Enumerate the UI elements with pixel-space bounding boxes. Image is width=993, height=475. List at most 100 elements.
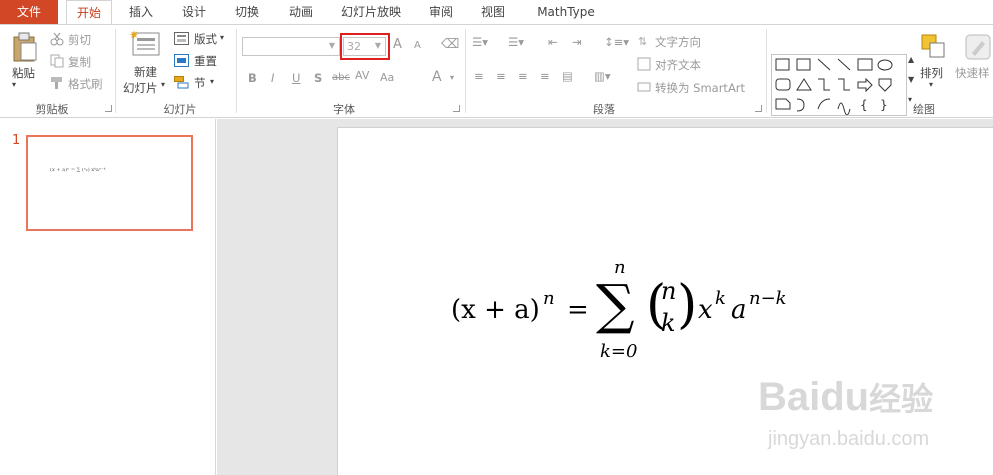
- binomial-right-paren: ): [677, 275, 698, 335]
- increase-indent-icon[interactable]: ⇥: [572, 35, 582, 49]
- group-divider: [465, 29, 466, 113]
- equation-x: x: [698, 295, 713, 325]
- slide-editor-area: (x + a) n = n ∑ k=0 ( n k ) x k a n−k Ba…: [217, 119, 993, 475]
- paragraph-launcher-icon[interactable]: [755, 105, 762, 112]
- align-right-icon[interactable]: ≡: [518, 69, 528, 83]
- equation-lhs: (x + a): [451, 295, 540, 325]
- slide-thumbnail-pane: 1 (x + a)ⁿ = ∑ (ⁿₖ) xᵏaⁿ⁻ᵏ: [0, 119, 216, 475]
- grow-font-button[interactable]: A: [393, 37, 402, 52]
- line-spacing-icon[interactable]: ↕≡▾: [604, 35, 629, 49]
- slides-group-label: 幻灯片: [163, 103, 197, 116]
- cut-button[interactable]: 剪切: [68, 32, 91, 48]
- watermark-brand: Baidu经验: [758, 374, 933, 420]
- clipboard-launcher-icon[interactable]: [105, 105, 112, 112]
- italic-button[interactable]: I: [271, 71, 274, 85]
- arrange-dropdown-icon[interactable]: ▾: [929, 80, 933, 89]
- font-launcher-icon[interactable]: [453, 105, 460, 112]
- tab-transitions[interactable]: 切换: [224, 0, 270, 24]
- align-text-button[interactable]: 对齐文本: [655, 57, 701, 73]
- font-group-label: 字体: [333, 103, 355, 116]
- smartart-icon[interactable]: [637, 80, 651, 94]
- watermark-brand-cn: 经验: [869, 381, 934, 417]
- paste-icon[interactable]: [12, 31, 38, 63]
- paste-label[interactable]: 粘贴: [12, 65, 35, 81]
- font-name-input[interactable]: ▼: [242, 37, 340, 56]
- strikethrough-button[interactable]: abc: [332, 72, 350, 83]
- new-slide-label-line1[interactable]: 新建: [134, 64, 157, 80]
- quick-styles-icon[interactable]: [964, 33, 992, 61]
- tab-insert[interactable]: 插入: [118, 0, 164, 24]
- ribbon-tab-bar: 文件 开始 插入 设计 切换 动画 幻灯片放映 审阅 视图 MathType: [0, 0, 993, 25]
- group-divider: [115, 29, 116, 113]
- tab-slideshow[interactable]: 幻灯片放映: [332, 0, 410, 24]
- copy-icon[interactable]: [50, 54, 64, 68]
- bold-button[interactable]: B: [248, 71, 257, 85]
- text-direction-icon[interactable]: ⇅: [637, 34, 651, 48]
- tab-view[interactable]: 视图: [470, 0, 516, 24]
- bullets-icon[interactable]: ☰▾: [472, 35, 488, 49]
- svg-text:✷: ✷: [129, 29, 139, 42]
- font-color-button[interactable]: A: [432, 69, 442, 85]
- text-direction-button[interactable]: 文字方向: [655, 34, 701, 50]
- tab-mathtype[interactable]: MathType: [528, 0, 604, 24]
- character-spacing-button[interactable]: AV: [355, 69, 369, 82]
- layout-icon[interactable]: [174, 32, 189, 45]
- new-slide-icon[interactable]: ✷: [129, 29, 161, 59]
- equation-equals: =: [567, 295, 589, 325]
- tab-file[interactable]: 文件: [0, 0, 58, 24]
- new-slide-label-line2[interactable]: 幻灯片: [123, 80, 158, 96]
- lhs-base: (x + a): [451, 295, 540, 325]
- gallery-down-icon[interactable]: ▼: [908, 75, 914, 84]
- align-left-icon[interactable]: ≡: [474, 69, 484, 83]
- reset-button[interactable]: 重置: [194, 53, 217, 69]
- numbering-icon[interactable]: ☰▾: [508, 35, 524, 49]
- change-case-icon[interactable]: Aa: [380, 71, 394, 84]
- slide-thumbnail[interactable]: (x + a)ⁿ = ∑ (ⁿₖ) xᵏaⁿ⁻ᵏ: [26, 135, 193, 231]
- shapes-gallery-icons: {}: [775, 58, 893, 116]
- decrease-indent-icon[interactable]: ⇤: [548, 35, 558, 49]
- tab-home[interactable]: 开始: [66, 0, 112, 25]
- watermark-url: jingyan.baidu.com: [768, 428, 930, 450]
- shrink-font-button[interactable]: A: [414, 40, 421, 51]
- layout-dropdown-icon[interactable]: ▾: [220, 33, 224, 42]
- align-text-icon[interactable]: [637, 57, 651, 71]
- format-painter-icon[interactable]: [50, 76, 64, 90]
- paste-dropdown-icon[interactable]: ▾: [12, 80, 16, 89]
- ribbon: 粘贴 ▾ 剪切 复制 格式刷 剪贴板 ✷ 新建 幻灯片 ▾ 版式 ▾ 重置 节 …: [0, 24, 993, 118]
- copy-button[interactable]: 复制: [68, 54, 91, 70]
- underline-button[interactable]: U: [292, 71, 300, 85]
- section-dropdown-icon[interactable]: ▾: [210, 77, 214, 86]
- distributed-icon[interactable]: ▤: [562, 69, 573, 83]
- justify-icon[interactable]: ≡: [540, 69, 550, 83]
- new-slide-dropdown-icon[interactable]: ▾: [161, 80, 165, 89]
- align-center-icon[interactable]: ≡: [496, 69, 506, 83]
- gallery-up-icon[interactable]: ▲: [908, 55, 914, 64]
- clear-formatting-icon[interactable]: ⌫: [441, 37, 459, 52]
- svg-text:⇅: ⇅: [638, 35, 647, 48]
- section-button[interactable]: 节: [194, 75, 206, 91]
- chevron-down-icon[interactable]: ▼: [329, 41, 335, 50]
- arrange-icon[interactable]: [920, 33, 948, 61]
- columns-icon[interactable]: ▥▾: [594, 69, 611, 83]
- group-divider: [236, 29, 237, 113]
- slide-canvas[interactable]: (x + a) n = n ∑ k=0 ( n k ) x k a n−k Ba…: [337, 127, 993, 475]
- scissors-icon[interactable]: [50, 32, 64, 46]
- tab-review[interactable]: 审阅: [418, 0, 464, 24]
- shapes-gallery[interactable]: {}: [771, 54, 907, 116]
- tab-design[interactable]: 设计: [170, 0, 218, 24]
- font-color-dropdown-icon[interactable]: ▾: [450, 73, 454, 82]
- sum-symbol: ∑: [596, 273, 635, 336]
- quick-styles-button[interactable]: 快速样: [955, 65, 990, 81]
- reset-icon[interactable]: [174, 54, 189, 67]
- tab-animations[interactable]: 动画: [278, 0, 324, 24]
- clipboard-group-label: 剪贴板: [35, 103, 69, 116]
- arrange-button[interactable]: 排列: [920, 65, 943, 81]
- shadow-button[interactable]: S: [314, 71, 322, 85]
- binomial-bottom: k: [661, 309, 676, 337]
- format-painter-button[interactable]: 格式刷: [68, 76, 103, 92]
- equation-x-exponent: k: [715, 288, 726, 309]
- svg-text:}: }: [880, 98, 888, 112]
- convert-smartart-button[interactable]: 转换为 SmartArt: [655, 80, 745, 96]
- section-icon[interactable]: [174, 76, 189, 89]
- layout-button[interactable]: 版式: [194, 31, 217, 47]
